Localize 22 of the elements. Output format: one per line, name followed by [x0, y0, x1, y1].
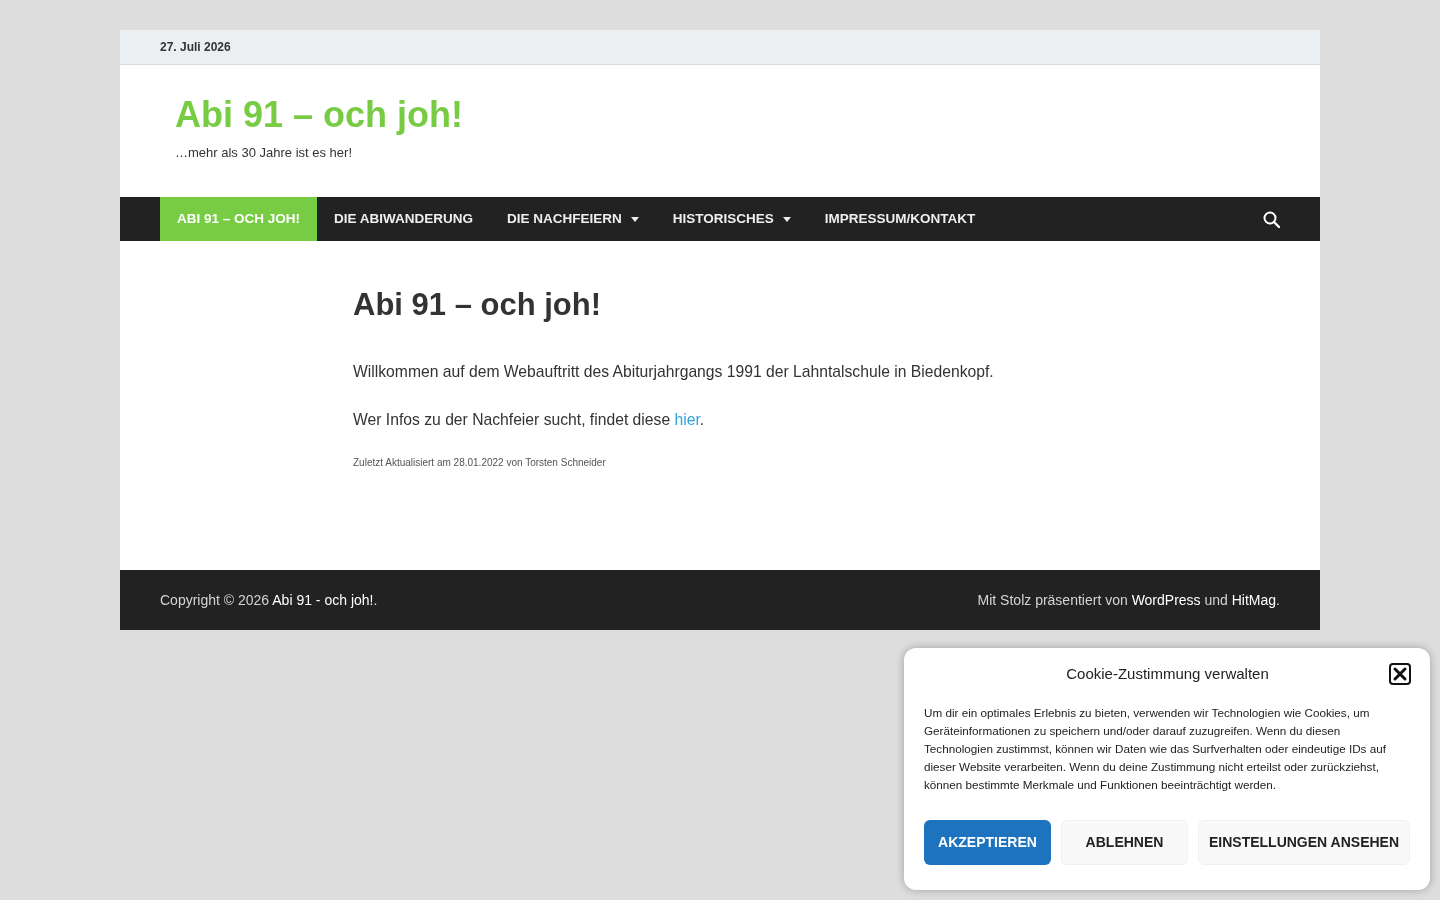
- copyright-text: Copyright © 2026 Abi 91 - och joh!.: [160, 590, 378, 610]
- cookie-title: Cookie-Zustimmung verwalten: [1065, 663, 1270, 684]
- footer-link[interactable]: HitMag: [1231, 591, 1277, 608]
- cookie-option-button[interactable]: ABLEHNEN: [1061, 820, 1188, 865]
- nav-item[interactable]: HISTORISCHES: [655, 197, 808, 241]
- nav-item[interactable]: DIE ABIWANDERUNG: [317, 197, 491, 241]
- close-icon[interactable]: [1389, 663, 1411, 685]
- footer-link[interactable]: WordPress: [1131, 591, 1201, 608]
- accept-button[interactable]: AKZEPTIEREN: [924, 820, 1051, 865]
- credits-text: Mit Stolz präsentiert von WordPress und HitMag.: [977, 590, 1280, 610]
- paragraph: Willkommen auf dem Webauftritt des Abiturjahrgangs 1991 der Lahntalschule in Biedenkopf.: [353, 362, 994, 382]
- nav-item[interactable]: DIE NACHFEIERN: [490, 197, 656, 241]
- nav-item[interactable]: IMPRESSUM/KONTAKT: [807, 197, 993, 241]
- date-text: 27. Juli 2026: [160, 39, 231, 56]
- page-title: Abi 91 – och joh!: [353, 286, 602, 324]
- cookie-text: Um dir ein optimales Erlebnis zu bieten, verwenden wir Technologien wie Cookies, um Geräteinformationen zu speichern und/oder darauf zuzugreifen. Wenn du diesen Technologien zustimmst, können wir Daten wie das Surfverhalten oder eindeutige IDs auf dieser Website verarbeiten. Wenn du deine Zustimmung nicht erteilst oder zurückziehst, können bestimmte Merkmale und Funktionen beeinträchtigt werden.: [924, 705, 1387, 793]
- cookie-option-button[interactable]: EINSTELLUNGEN ANSEHEN: [1198, 820, 1410, 865]
- last-updated-text: Zuletzt Aktualisiert am 28.01.2022 von Torsten Schneider: [353, 456, 606, 470]
- search-icon[interactable]: [1263, 210, 1280, 228]
- footer-link[interactable]: Abi 91 - och joh!: [272, 591, 374, 608]
- tagline: …mehr als 30 Jahre ist es her!: [175, 144, 353, 162]
- paragraph: Wer Infos zu der Nachfeier sucht, findet diese hier.: [353, 410, 706, 430]
